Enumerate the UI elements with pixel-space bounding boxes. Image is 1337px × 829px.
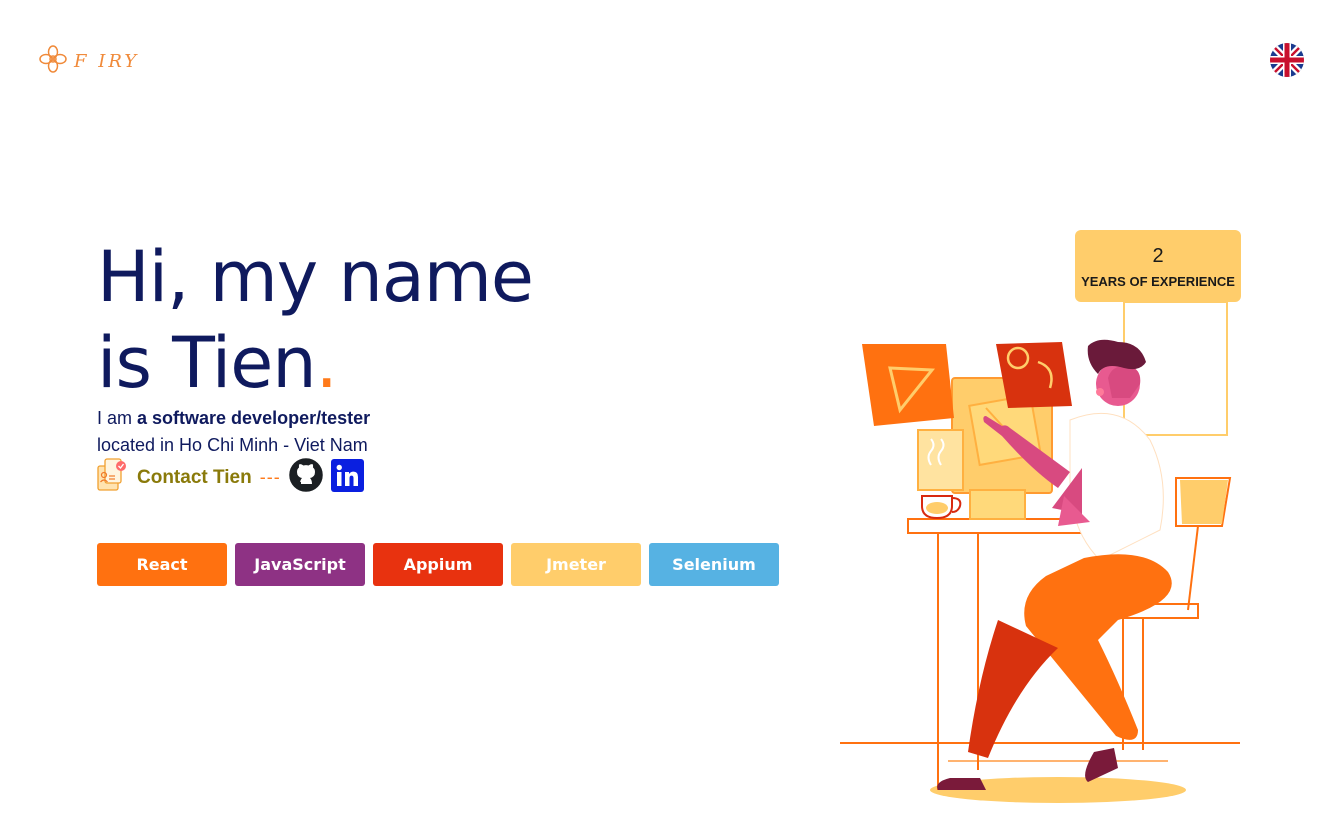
experience-badge: 2 YEARS OF EXPERIENCE [1075, 230, 1241, 302]
skill-appium-button[interactable]: Appium [373, 543, 503, 586]
flower-logo-icon [38, 44, 68, 79]
title-line-2: is Tien [97, 322, 317, 404]
uk-flag-icon [1270, 43, 1304, 77]
hero-title: Hi, my name is Tien. [97, 234, 534, 406]
skills-list: React JavaScript Appium Jmeter Selenium [97, 543, 779, 586]
skill-react-button[interactable]: React [97, 543, 227, 586]
title-line-1: Hi, my name [97, 236, 534, 318]
linkedin-icon[interactable] [330, 458, 364, 497]
experience-label: YEARS OF EXPERIENCE [1081, 274, 1235, 289]
role-text: a software developer/tester [137, 408, 371, 428]
site-logo[interactable]: F IRY [38, 44, 139, 79]
logo-text: F IRY [74, 51, 140, 72]
intro-prefix: I am [97, 408, 138, 428]
separator: --- [259, 467, 281, 487]
skill-jmeter-button[interactable]: Jmeter [511, 543, 641, 586]
contact-link[interactable]: Contact Tien [137, 467, 252, 489]
intro-text: I am a software developer/tester located… [97, 405, 370, 459]
skill-javascript-button[interactable]: JavaScript [235, 543, 365, 586]
developer-illustration [838, 300, 1258, 815]
contact-card-icon[interactable] [97, 458, 129, 497]
github-icon[interactable] [288, 458, 323, 497]
skill-selenium-button[interactable]: Selenium [649, 543, 779, 586]
language-flag-button[interactable] [1270, 43, 1304, 77]
location-text: located in Ho Chi Minh - Viet Nam [97, 435, 368, 455]
title-dot: . [315, 322, 338, 404]
contact-row: Contact Tien --- [97, 458, 364, 497]
hero-heading: Hi, my name is Tien. [97, 234, 534, 406]
social-links [288, 458, 364, 497]
role-line: I am a software developer/tester [97, 405, 370, 432]
experience-years: 2 [1152, 245, 1164, 267]
